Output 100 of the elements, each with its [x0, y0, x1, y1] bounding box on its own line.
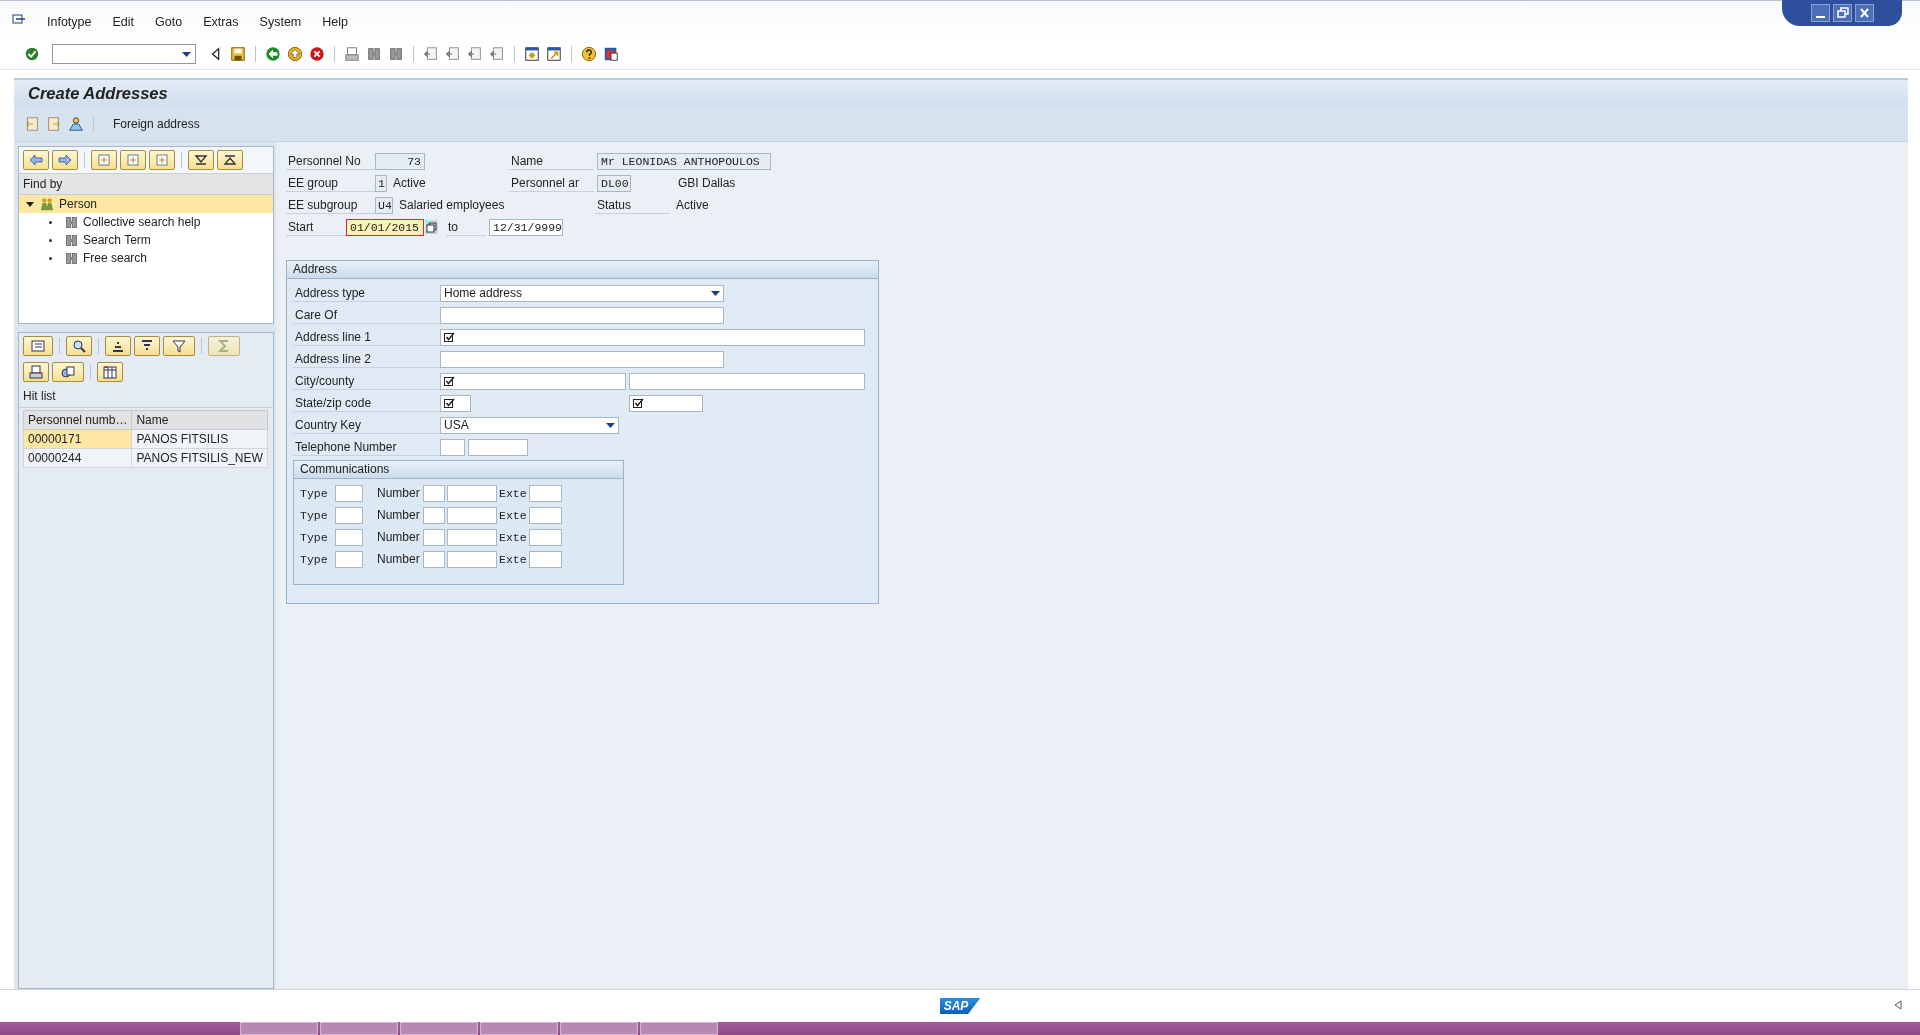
menu-icon[interactable]: [12, 14, 26, 26]
input-field[interactable]: [335, 528, 363, 546]
close-icon[interactable]: [1854, 4, 1874, 22]
input-field[interactable]: [629, 372, 865, 390]
input-field[interactable]: [629, 394, 703, 412]
foreign-address-button[interactable]: Foreign address: [109, 115, 204, 133]
input-field[interactable]: [440, 438, 465, 456]
restore-icon[interactable]: [1832, 4, 1852, 22]
cancel-icon[interactable]: [309, 46, 325, 62]
menu-item[interactable]: Help: [322, 11, 348, 29]
input-field[interactable]: [423, 528, 445, 546]
status-toggle-icon[interactable]: [1894, 1000, 1902, 1010]
field-label: Care Of: [293, 306, 440, 324]
checkbox-icon: [444, 397, 455, 409]
menu-item[interactable]: Edit: [112, 11, 135, 29]
input-field[interactable]: [440, 372, 626, 390]
field-label: Exte: [499, 486, 527, 500]
bullet-icon: [49, 256, 52, 260]
input-field[interactable]: [335, 484, 363, 502]
minimize-icon[interactable]: [1810, 4, 1830, 22]
tree-item[interactable]: Collective search help: [19, 213, 273, 231]
input-field[interactable]: [447, 528, 497, 546]
enter-icon[interactable]: [24, 46, 40, 62]
expand-button[interactable]: [188, 150, 214, 170]
field-label: Address line 2: [293, 350, 440, 368]
input-field[interactable]: [529, 550, 562, 568]
field-text: GBI Dallas: [678, 176, 736, 190]
tree-item[interactable]: Free search: [19, 249, 273, 267]
new-button[interactable]: [91, 150, 117, 170]
next-record-icon[interactable]: [46, 116, 62, 132]
forward-arrow-button[interactable]: [52, 150, 78, 170]
input-field[interactable]: [529, 484, 562, 502]
delete-button[interactable]: [149, 150, 175, 170]
input-field[interactable]: [468, 438, 528, 456]
input-field[interactable]: [440, 350, 724, 368]
input-field[interactable]: [440, 306, 724, 324]
menu-item[interactable]: Goto: [155, 11, 183, 29]
binoculars-icon: [64, 214, 79, 230]
sum-button[interactable]: [208, 336, 240, 356]
input-field[interactable]: [529, 528, 562, 546]
print-icon[interactable]: [344, 46, 360, 62]
next-page-icon[interactable]: [467, 46, 483, 62]
input-field[interactable]: [423, 550, 445, 568]
input-field[interactable]: [423, 506, 445, 524]
table-cell[interactable]: 00000171: [23, 429, 132, 449]
export-button[interactable]: [52, 362, 84, 382]
find-next-icon[interactable]: [388, 46, 404, 62]
first-page-icon[interactable]: [423, 46, 439, 62]
date-field[interactable]: 01/01/2015: [346, 218, 424, 236]
previous-page-icon[interactable]: [445, 46, 461, 62]
input-field[interactable]: [529, 506, 562, 524]
input-field[interactable]: [335, 550, 363, 568]
exit-icon[interactable]: [287, 46, 303, 62]
caret-icon[interactable]: [25, 199, 35, 209]
find-icon[interactable]: [366, 46, 382, 62]
menu-item[interactable]: System: [259, 11, 302, 29]
filter-button[interactable]: [163, 336, 195, 356]
date-field[interactable]: 12/31/9999: [489, 218, 563, 236]
command-field[interactable]: [52, 44, 196, 64]
delete-icon: [155, 153, 169, 167]
previous-record-icon[interactable]: [24, 116, 40, 132]
shortcut-icon[interactable]: [546, 46, 562, 62]
sort-ascending-button[interactable]: [105, 336, 131, 356]
dropdown-field[interactable]: Home address: [440, 284, 724, 302]
field-text: Salaried employees: [399, 198, 506, 212]
back-icon[interactable]: [265, 46, 281, 62]
save-icon[interactable]: [230, 46, 246, 62]
input-field[interactable]: [440, 328, 865, 346]
back-arrow-button[interactable]: [23, 150, 49, 170]
sort-descending-button[interactable]: [134, 336, 160, 356]
last-page-icon[interactable]: [489, 46, 505, 62]
column-header[interactable]: Personnel numb…: [23, 410, 132, 430]
caret-icon: [182, 51, 191, 57]
tree-node[interactable]: Person: [19, 195, 273, 213]
input-field[interactable]: [335, 506, 363, 524]
filter-icon: [172, 339, 186, 353]
print-button[interactable]: [23, 362, 49, 382]
input-field[interactable]: [423, 484, 445, 502]
display-field: Mr LEONIDAS ANTHOPOULOS: [597, 152, 771, 170]
input-field[interactable]: [447, 550, 497, 568]
value-help-icon[interactable]: [425, 220, 438, 234]
star-button[interactable]: [120, 150, 146, 170]
tree-item[interactable]: Search Term: [19, 231, 273, 249]
help-icon[interactable]: [581, 46, 597, 62]
menu-item[interactable]: Extras: [203, 11, 239, 29]
input-field[interactable]: [447, 484, 497, 502]
collapse-button[interactable]: [217, 150, 243, 170]
new-window-icon[interactable]: [524, 46, 540, 62]
details-button[interactable]: [23, 336, 53, 356]
search-button[interactable]: [66, 336, 92, 356]
display-field: 1: [375, 174, 387, 192]
layout-button[interactable]: [97, 362, 123, 382]
column-header[interactable]: Name: [131, 410, 268, 430]
menu-item[interactable]: Infotype: [47, 11, 92, 29]
layout-icon[interactable]: [603, 46, 619, 62]
input-field[interactable]: [447, 506, 497, 524]
person-icon[interactable]: [68, 116, 84, 132]
input-field[interactable]: [440, 394, 471, 412]
dropdown-field[interactable]: USA: [440, 416, 619, 434]
table-cell[interactable]: 00000244: [23, 448, 132, 468]
